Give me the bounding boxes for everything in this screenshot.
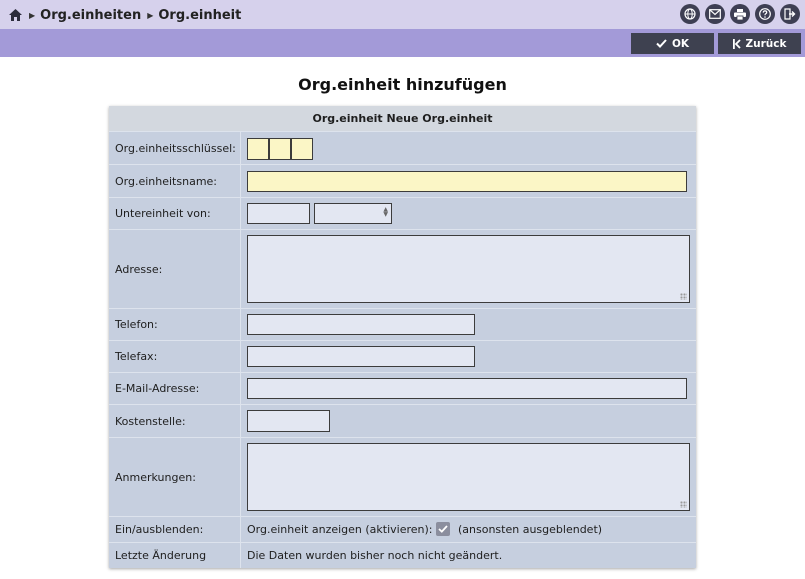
breadcrumb-separator-icon: ▶: [29, 10, 36, 20]
form-header: Org.einheit Neue Org.einheit: [109, 106, 696, 131]
phone-label: Telefon:: [109, 309, 241, 340]
form-row-notes: Anmerkungen:: [109, 437, 696, 516]
page-title: Org.einheit hinzufügen: [298, 75, 507, 94]
globe-icon[interactable]: [680, 4, 700, 24]
notes-label: Anmerkungen:: [109, 438, 241, 516]
address-textarea[interactable]: [247, 235, 690, 303]
form-row-fax: Telefax:: [109, 340, 696, 372]
help-icon[interactable]: [755, 4, 775, 24]
breadcrumb-separator-icon: ▶: [147, 10, 154, 20]
visibility-note: (ansonsten ausgeblendet): [458, 523, 603, 536]
logout-icon[interactable]: [780, 4, 800, 24]
form-row-parent: Untereinheit von: ▲ ▼: [109, 197, 696, 229]
back-button-label: Zurück: [745, 37, 787, 50]
org-unit-form: Org.einheit Neue Org.einheit Org.einheit…: [109, 106, 696, 568]
fax-label: Telefax:: [109, 341, 241, 372]
checkmark-icon: [656, 39, 667, 48]
header-icon-group: [680, 4, 800, 24]
form-row-last-change: Letzte Änderung Die Daten wurden bisher …: [109, 542, 696, 568]
form-row-key: Org.einheitsschlüssel:: [109, 131, 696, 164]
print-icon[interactable]: [730, 4, 750, 24]
back-button[interactable]: Zurück: [718, 33, 801, 54]
fax-input[interactable]: [247, 346, 475, 367]
back-icon: [732, 38, 741, 49]
name-label: Org.einheitsname:: [109, 165, 241, 197]
form-row-cost-center: Kostenstelle:: [109, 404, 696, 437]
parent-label: Untereinheit von:: [109, 198, 241, 229]
breadcrumb-item-org-unit[interactable]: Org.einheit: [158, 8, 241, 23]
breadcrumb: ▶ Org.einheiten ▶ Org.einheit: [8, 7, 241, 23]
last-change-text: Die Daten wurden bisher noch nicht geänd…: [247, 549, 503, 562]
last-change-label: Letzte Änderung: [109, 543, 241, 568]
checkmark-icon: [438, 525, 448, 533]
form-row-visibility: Ein/ausblenden: Org.einheit anzeigen (ak…: [109, 516, 696, 542]
parent-code-input[interactable]: [247, 203, 310, 224]
cost-center-input[interactable]: [247, 410, 330, 432]
mail-icon[interactable]: [705, 4, 725, 24]
ok-button[interactable]: OK: [631, 33, 714, 54]
name-input[interactable]: [247, 171, 687, 192]
resize-grip-icon[interactable]: [680, 293, 687, 300]
select-arrows-icon: ▲ ▼: [383, 206, 388, 218]
address-label: Adresse:: [109, 230, 241, 308]
visibility-text: Org.einheit anzeigen (aktivieren):: [247, 523, 433, 536]
parent-select[interactable]: ▲ ▼: [314, 203, 392, 224]
key-label: Org.einheitsschlüssel:: [109, 132, 241, 164]
key-field-2[interactable]: [269, 138, 291, 160]
phone-input[interactable]: [247, 314, 475, 335]
notes-textarea[interactable]: [247, 443, 690, 511]
form-row-email: E-Mail-Adresse:: [109, 372, 696, 404]
visibility-label: Ein/ausblenden:: [109, 517, 241, 542]
email-label: E-Mail-Adresse:: [109, 373, 241, 404]
visibility-checkbox[interactable]: [436, 522, 450, 536]
breadcrumb-item-org-units[interactable]: Org.einheiten: [40, 8, 141, 23]
top-bar: ▶ Org.einheiten ▶ Org.einheit: [0, 0, 805, 29]
resize-grip-icon[interactable]: [680, 501, 687, 508]
home-icon[interactable]: [8, 8, 23, 22]
ok-button-label: OK: [671, 37, 690, 50]
form-row-phone: Telefon:: [109, 308, 696, 340]
form-row-name: Org.einheitsname:: [109, 164, 696, 197]
cost-center-label: Kostenstelle:: [109, 405, 241, 437]
form-row-address: Adresse:: [109, 229, 696, 308]
email-input[interactable]: [247, 378, 687, 399]
action-toolbar: OK Zurück: [0, 29, 805, 57]
key-field-1[interactable]: [247, 138, 269, 160]
key-field-3[interactable]: [291, 138, 313, 160]
